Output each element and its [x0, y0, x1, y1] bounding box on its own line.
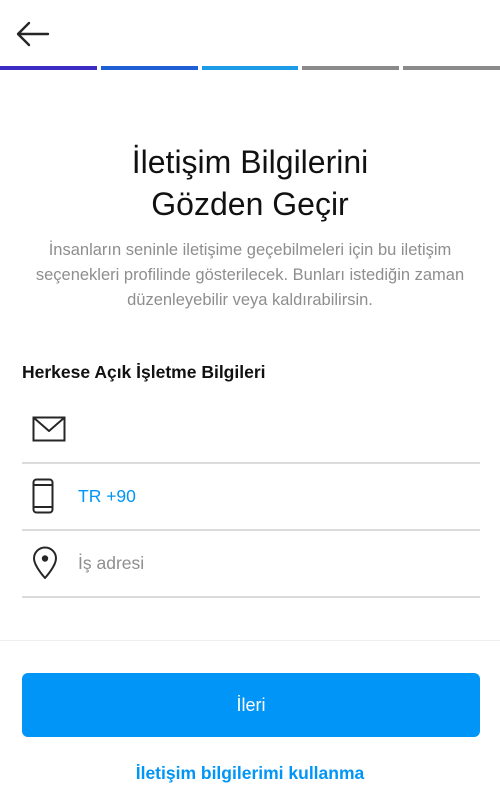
envelope-icon: [22, 416, 78, 442]
location-pin-icon: [22, 546, 78, 580]
skip-contact-info-link[interactable]: İletişim bilgilerimi kullanma: [0, 763, 500, 784]
arrow-left-icon: [16, 21, 50, 47]
address-field[interactable]: İş adresi: [22, 530, 480, 598]
progress-bar: [0, 66, 500, 70]
next-button[interactable]: İleri: [22, 673, 480, 737]
section-heading: Herkese Açık İşletme Bilgileri: [22, 362, 266, 382]
footer-divider: [0, 640, 500, 641]
page-title-line2: Gözden Geçir: [151, 186, 349, 222]
page-title: İletişim Bilgilerini Gözden Geçir: [0, 141, 500, 225]
progress-segment: [302, 66, 400, 70]
email-field[interactable]: [22, 396, 480, 464]
address-placeholder: İş adresi: [78, 552, 145, 573]
progress-segment: [201, 66, 299, 70]
back-button[interactable]: [10, 12, 54, 56]
page-title-line1: İletişim Bilgilerini: [131, 144, 369, 180]
page-description: İnsanların seninle iletişime geçebilmele…: [35, 241, 465, 309]
progress-segment: [0, 66, 97, 70]
progress-segment: [403, 66, 500, 70]
phone-icon: [22, 478, 78, 514]
phone-country-code: TR +90: [78, 485, 136, 506]
phone-field[interactable]: TR +90: [22, 463, 480, 531]
progress-segment: [100, 66, 198, 70]
